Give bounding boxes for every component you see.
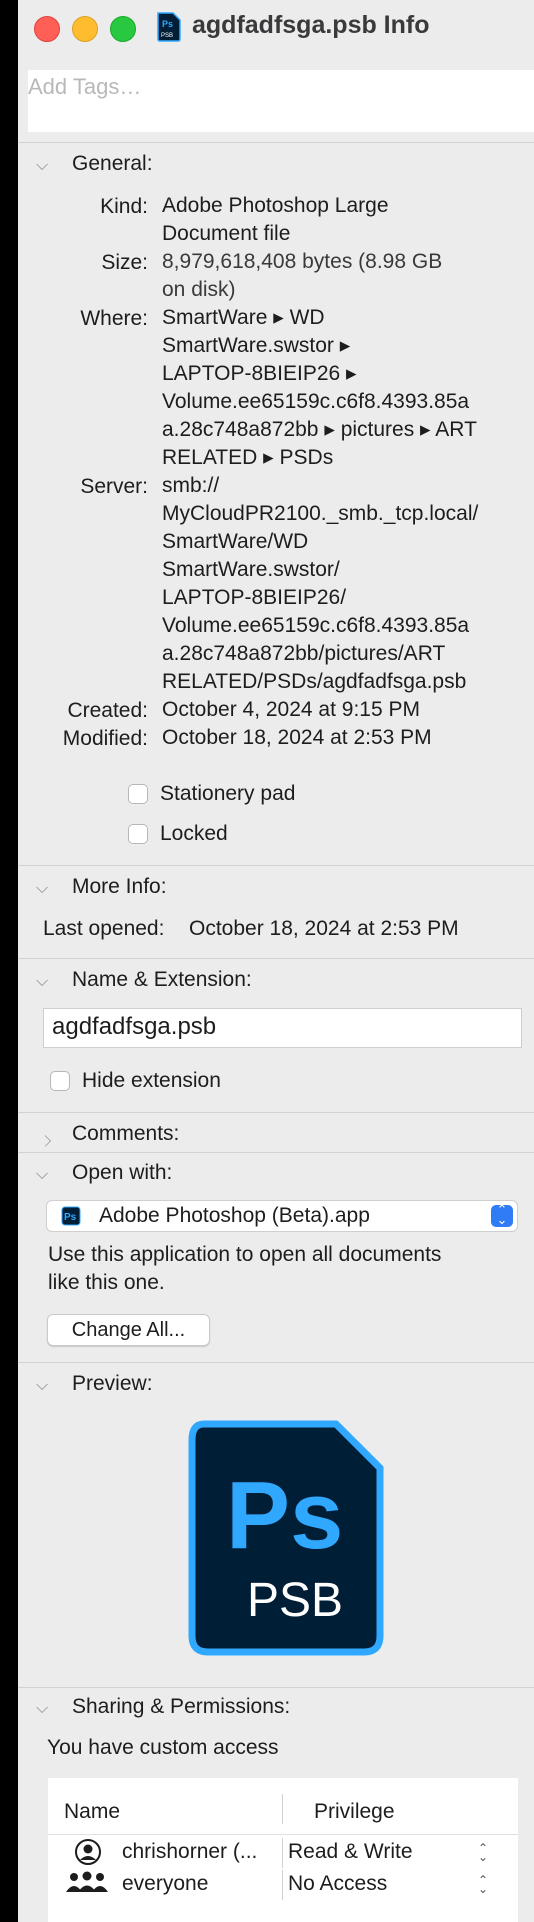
size-value: 8,979,618,408 bytes (8.98 GB on disk) (162, 250, 443, 301)
divider (18, 1152, 534, 1153)
modified-value: October 18, 2024 at 2:53 PM (162, 726, 432, 749)
created-label: Created: (67, 699, 148, 722)
chevron-down-icon: ⌵ (36, 1700, 49, 1717)
zoom-button[interactable] (110, 16, 136, 42)
permissions-table: Name Privilege chrishorner (... Read & W… (48, 1778, 518, 1922)
close-button[interactable] (34, 16, 60, 42)
divider (18, 1687, 534, 1688)
hide-extension-checkbox[interactable] (50, 1071, 70, 1091)
chevron-down-icon: ⌵ (36, 157, 49, 174)
column-divider (282, 1838, 283, 1868)
chevron-down-icon: ⌵ (36, 880, 49, 897)
server-label: Server: (80, 475, 148, 498)
kind-label: Kind: (100, 195, 148, 218)
minimize-button[interactable] (72, 16, 98, 42)
divider (18, 1362, 534, 1363)
open-with-description: Use this application to open all documen… (48, 1243, 442, 1294)
divider (18, 142, 534, 143)
stationery-pad-label: Stationery pad (160, 782, 296, 805)
preview-ps-text: Ps (226, 1462, 343, 1569)
open-with-popup[interactable]: Ps Adobe Photoshop (Beta).app ⌃ ⌄ (46, 1200, 518, 1232)
hide-extension-label: Hide extension (82, 1069, 221, 1092)
divider (18, 958, 534, 959)
modified-label: Modified: (62, 727, 148, 750)
where-value: SmartWare ▸ WD SmartWare.swstor ▸ LAPTOP… (162, 306, 477, 469)
permission-privilege-popup[interactable]: No Access (288, 1872, 387, 1896)
where-label: Where: (80, 307, 148, 330)
access-text: You have custom access (47, 1736, 279, 1759)
psb-file-icon: Ps PSB (157, 12, 181, 42)
sharing-section-header[interactable]: ⌵ Sharing & Permissions: (36, 1695, 290, 1719)
name-field[interactable]: agdfadfsga.psb (43, 1008, 522, 1048)
comments-section-header[interactable]: ⌵ Comments: (36, 1122, 179, 1147)
column-divider (282, 1870, 283, 1900)
svg-text:Ps: Ps (64, 1212, 77, 1223)
permission-name: chrishorner (... (122, 1840, 258, 1863)
name-extension-section-header[interactable]: ⌵ Name & Extension: (36, 968, 252, 992)
column-header-privilege[interactable]: Privilege (314, 1800, 395, 1824)
tags-placeholder: Add Tags… (28, 74, 142, 99)
divider (18, 1112, 534, 1113)
locked-label: Locked (160, 822, 228, 845)
info-window: Ps PSB agdfadfsga.psb Info Add Tags… ⌵ Ge… (18, 0, 534, 1922)
open-with-section-header[interactable]: ⌵ Open with: (36, 1161, 172, 1185)
photoshop-app-icon: Ps (61, 1206, 81, 1226)
chevron-right-icon: ⌵ (38, 1134, 55, 1147)
group-icon (66, 1871, 108, 1892)
locked-checkbox[interactable] (128, 824, 148, 844)
chevron-down-icon: ⌵ (36, 973, 49, 990)
user-icon (75, 1839, 101, 1865)
preview-section-header[interactable]: ⌵ Preview: (36, 1372, 153, 1396)
kind-value: Adobe Photoshop Large Document file (162, 194, 389, 245)
popup-arrows-icon: ⌃ ⌄ (491, 1203, 513, 1227)
updown-arrows-icon: ⌃ ⌄ (478, 1873, 489, 1896)
created-value: October 4, 2024 at 9:15 PM (162, 698, 420, 721)
server-value: smb:// MyCloudPR2100._smb._tcp.local/ Sm… (162, 474, 479, 693)
chevron-down-icon: ⌵ (36, 1166, 49, 1183)
tags-field[interactable]: Add Tags… (28, 70, 534, 132)
more-info-section-header[interactable]: ⌵ More Info: (36, 875, 167, 899)
window-title: agdfadfsga.psb Info (192, 11, 430, 39)
svg-text:Ps: Ps (162, 19, 173, 29)
updown-arrows-icon: ⌃ ⌄ (478, 1841, 489, 1864)
open-with-app-name: Adobe Photoshop (Beta).app (99, 1204, 370, 1227)
permission-name: everyone (122, 1872, 209, 1895)
svg-text:PSB: PSB (161, 33, 173, 39)
permission-privilege-popup[interactable]: Read & Write (288, 1840, 413, 1864)
last-opened-label: Last opened: (43, 917, 165, 940)
change-all-button[interactable]: Change All... (47, 1314, 210, 1346)
title-bar: Ps PSB agdfadfsga.psb Info (18, 0, 534, 56)
stationery-pad-checkbox[interactable] (128, 784, 148, 804)
column-header-name[interactable]: Name (64, 1800, 120, 1824)
chevron-down-icon: ⌵ (36, 1377, 49, 1394)
column-divider (282, 1794, 283, 1824)
psb-preview-icon: Ps PSB (188, 1420, 384, 1656)
last-opened-value: October 18, 2024 at 2:53 PM (189, 917, 459, 940)
preview-psb-text: PSB (247, 1574, 343, 1627)
divider (18, 865, 534, 866)
header-divider (48, 1834, 518, 1835)
size-label: Size: (101, 251, 148, 274)
general-section-header[interactable]: ⌵ General: (36, 152, 153, 176)
